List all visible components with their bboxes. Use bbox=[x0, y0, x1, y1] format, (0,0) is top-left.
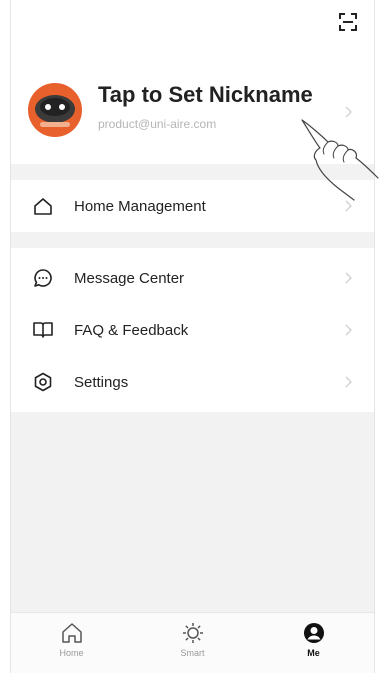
chat-bubble-icon bbox=[32, 267, 54, 289]
sun-icon bbox=[182, 623, 203, 643]
menu-group: Message Center FAQ & Feedback Settings bbox=[11, 248, 374, 412]
house-icon bbox=[32, 195, 54, 217]
tab-me[interactable]: Me bbox=[253, 613, 374, 673]
menu-item-faq-feedback[interactable]: FAQ & Feedback bbox=[11, 304, 374, 356]
chevron-right-icon bbox=[345, 272, 352, 284]
phone-screen: Tap to Set Nickname product@uni-aire.com… bbox=[10, 0, 375, 673]
email-label: product@uni-aire.com bbox=[98, 117, 217, 131]
menu-item-message-center[interactable]: Message Center bbox=[11, 252, 374, 304]
home-icon bbox=[61, 623, 82, 643]
menu-label-settings: Settings bbox=[74, 373, 129, 391]
menu-label-home-management: Home Management bbox=[74, 197, 206, 215]
menu-label-message-center: Message Center bbox=[74, 269, 185, 287]
gear-icon bbox=[32, 371, 54, 393]
book-icon bbox=[32, 319, 54, 341]
tab-me-label: Me bbox=[307, 648, 320, 658]
bottom-tab-bar: Home Smart Me bbox=[11, 612, 374, 673]
menu-item-settings[interactable]: Settings bbox=[11, 356, 374, 408]
tab-home[interactable]: Home bbox=[11, 613, 132, 673]
tab-smart-label: Smart bbox=[180, 648, 205, 658]
pointing-hand-icon bbox=[301, 119, 379, 201]
menu-label-faq-feedback: FAQ & Feedback bbox=[74, 321, 189, 339]
nickname-label[interactable]: Tap to Set Nickname bbox=[98, 82, 313, 108]
scan-icon[interactable] bbox=[338, 12, 358, 32]
user-icon bbox=[303, 623, 324, 643]
chevron-right-icon bbox=[345, 376, 352, 388]
top-bar bbox=[11, 0, 374, 60]
avatar[interactable] bbox=[27, 82, 83, 138]
tab-home-label: Home bbox=[59, 648, 84, 658]
tab-smart[interactable]: Smart bbox=[132, 613, 253, 673]
chevron-right-icon bbox=[345, 324, 352, 336]
